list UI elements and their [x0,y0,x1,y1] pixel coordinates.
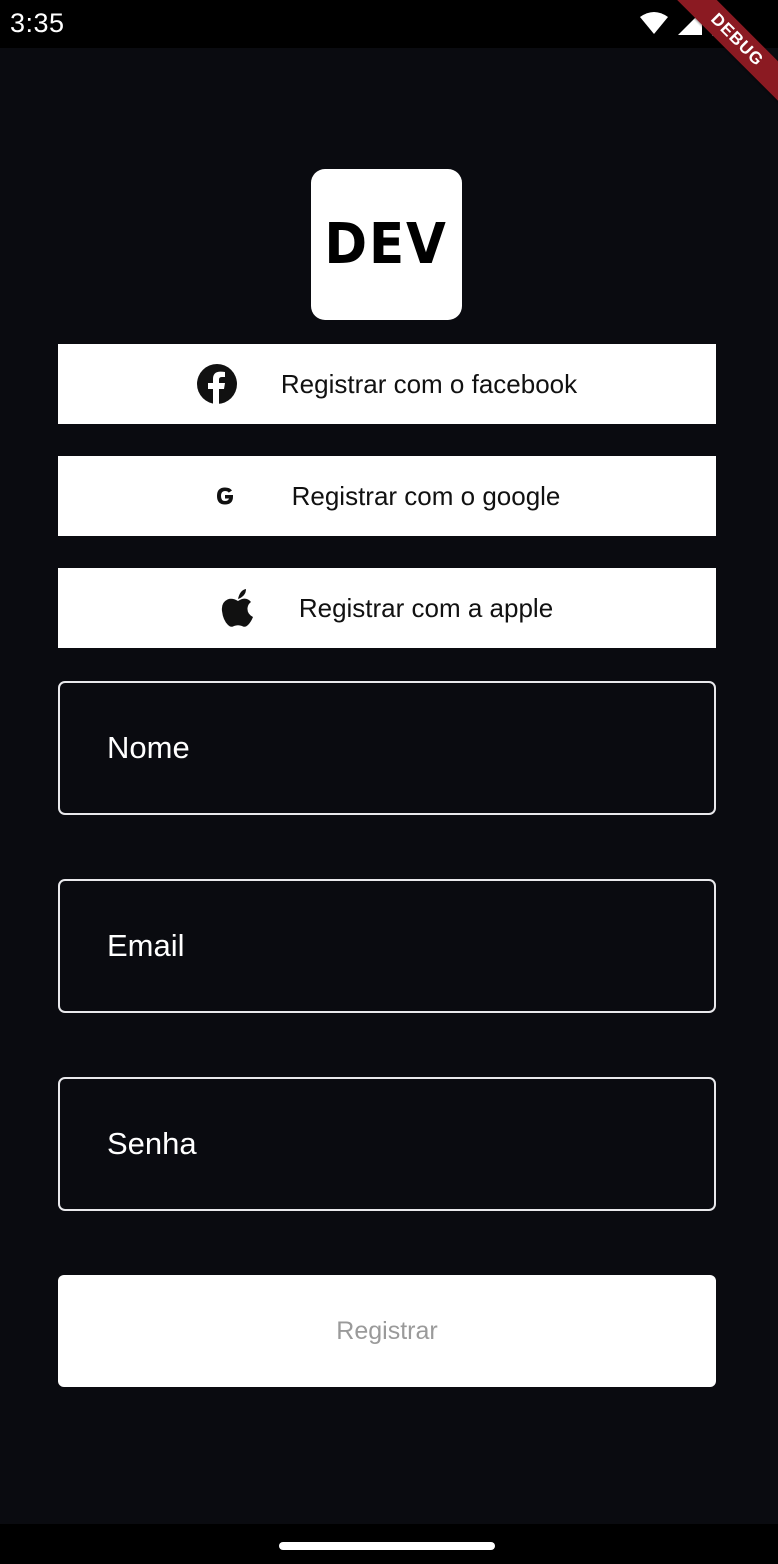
google-icon [214,485,236,507]
register-facebook-label: Registrar com o facebook [280,368,578,399]
apple-icon [221,589,255,627]
password-field[interactable]: Senha [58,1077,716,1211]
logo-text: DEV [324,212,449,277]
register-google-label: Registrar com o google [291,480,561,511]
register-facebook-button[interactable]: Registrar com o facebook [58,344,716,424]
email-field[interactable]: Email [58,879,716,1013]
name-placeholder: Nome [107,730,190,765]
name-field[interactable]: Nome [58,681,716,815]
dev-logo: DEV [311,169,462,320]
password-placeholder: Senha [107,1126,197,1161]
status-bar: 3:35 [0,0,778,48]
register-apple-label: Registrar com a apple [298,592,554,623]
email-placeholder: Email [107,928,185,963]
wifi-icon [640,12,668,39]
status-time: 3:35 [10,8,65,38]
facebook-icon [196,364,237,404]
register-apple-button[interactable]: Registrar com a apple [58,568,716,648]
register-screen: 3:35 DEBUG DEV Registrar com o facebook [0,0,778,1564]
register-button[interactable]: Registrar [58,1275,716,1387]
home-indicator[interactable] [279,1542,495,1550]
navigation-bar [0,1524,778,1564]
register-google-button[interactable]: Registrar com o google [58,456,716,536]
register-button-label: Registrar [336,1316,438,1345]
